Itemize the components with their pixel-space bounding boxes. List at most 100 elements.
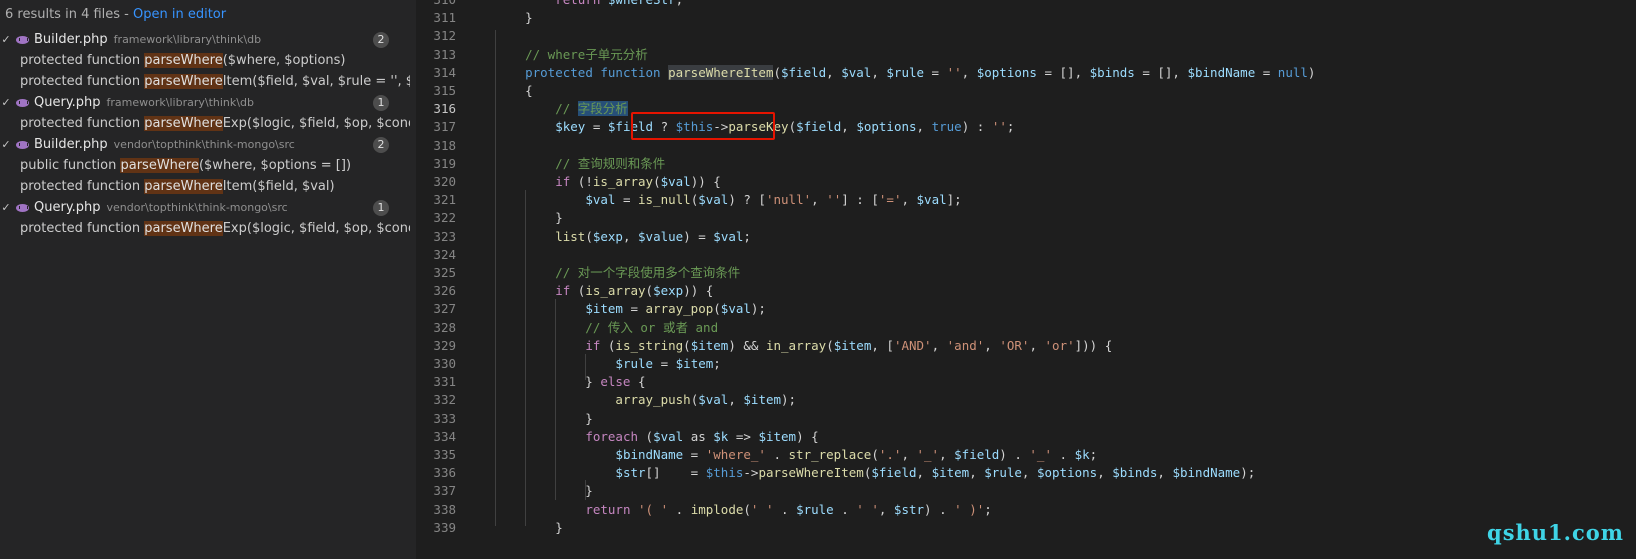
code-token: = [], <box>1036 65 1090 80</box>
search-match-line[interactable]: protected function parseWhereExp($logic,… <box>20 218 410 239</box>
line-number: 336 <box>433 465 456 480</box>
code-token: $rule <box>796 502 834 517</box>
code-token: ( <box>743 502 751 517</box>
code-line[interactable]: // where子单元分析 <box>495 46 648 64</box>
search-match-line[interactable]: protected function parseWhere($where, $o… <box>20 50 410 71</box>
open-in-editor-link[interactable]: Open in editor <box>133 7 226 22</box>
code-editor[interactable]: 310311 312 313 314 315 316 317 318 319 320 321 322 3… <box>416 0 1636 559</box>
code-line[interactable]: $bindName = 'where_' . str_replace('.', … <box>495 446 1097 464</box>
code-token: 'where_' <box>705 447 766 462</box>
code-token: ( <box>871 447 879 462</box>
code-line[interactable]: if (!is_array($val)) { <box>495 173 721 191</box>
code-token: $item <box>833 338 872 353</box>
code-line[interactable]: } <box>495 482 593 500</box>
expand-chevron-icon[interactable]: ✓ <box>0 197 12 219</box>
code-line[interactable]: if (is_string($item) && in_array($item, … <box>495 337 1112 355</box>
code-token: , <box>984 338 1000 353</box>
code-line[interactable]: if (is_array($exp)) { <box>495 282 713 300</box>
search-match-line[interactable]: public function parseWhere($where, $opti… <box>20 155 410 176</box>
expand-chevron-icon[interactable]: ✓ <box>0 92 12 114</box>
match-text: Exp($logic, $field, $op, $condition, $..… <box>222 221 410 236</box>
code-token: => <box>728 429 759 444</box>
code-token: , <box>969 465 985 480</box>
code-line[interactable]: } <box>495 209 563 227</box>
code-token: $val <box>698 392 729 407</box>
expand-chevron-icon[interactable]: ✓ <box>0 134 12 156</box>
code-token: , <box>622 229 639 244</box>
line-number: 318 <box>433 138 456 153</box>
result-file-0[interactable]: ✓ Builder.php framework\library\think\db 2 <box>0 29 416 51</box>
file-name: Builder.php vendor\topthink\think-mongo\s… <box>34 137 295 152</box>
code-token: , <box>916 119 932 134</box>
search-match-line[interactable]: protected function parseWhereItem($field… <box>20 176 410 197</box>
code-line[interactable]: $str[] = $this->parseWhereItem($field, $… <box>495 464 1255 482</box>
line-number: 326 <box>433 283 456 298</box>
code-line[interactable]: } else { <box>495 373 645 391</box>
code-line[interactable]: return '( ' . implode(' ' . $rule . ' ',… <box>495 501 991 519</box>
code-line[interactable]: protected function parseWhereItem($field… <box>495 64 1315 82</box>
result-file-3[interactable]: ✓ Query.php vendor\topthink\think-mongo\sr… <box>0 197 416 219</box>
code-line[interactable]: // 传入 or 或者 and <box>495 319 718 337</box>
result-file-2[interactable]: ✓ Builder.php vendor\topthink\think-mongo\… <box>0 134 416 156</box>
code-line[interactable]: foreach ($val as $k => $item) { <box>495 428 818 446</box>
code-line[interactable]: $item = array_pop($val); <box>495 300 766 318</box>
code-token: , <box>728 392 744 407</box>
code-line[interactable]: } <box>495 9 533 27</box>
code-token: ; <box>676 0 684 7</box>
code-token: } <box>495 483 593 498</box>
code-token: )) { <box>690 174 721 189</box>
code-line[interactable]: $val = is_null($val) ? ['null', ''] : ['… <box>495 191 961 209</box>
code-line[interactable]: return $whereStr; <box>495 0 683 9</box>
search-results-panel: 6 results in 4 files - Open in editor ✓ B… <box>0 0 416 559</box>
code-token: $options <box>856 119 917 134</box>
line-number: 317 <box>433 119 456 134</box>
match-text: protected function <box>20 74 145 89</box>
code-token: , <box>841 119 857 134</box>
line-number: 316 <box>433 101 456 116</box>
code-line[interactable]: } <box>495 410 593 428</box>
code-line[interactable]: // 对一个字段使用多个查询条件 <box>495 264 740 282</box>
code-token: ])) { <box>1074 338 1113 353</box>
code-token: ) = <box>683 229 714 244</box>
code-token: ); <box>1240 465 1256 480</box>
search-match-line[interactable]: protected function parseWhereItem($field… <box>20 71 410 92</box>
code-token: $val <box>698 192 729 207</box>
result-file-1[interactable]: ✓ Query.php framework\library\think\db 1 <box>0 92 416 114</box>
line-number: 320 <box>433 174 456 189</box>
code-token: // 传入 or 或者 and <box>495 320 719 335</box>
code-line[interactable]: // 查询规则和条件 <box>495 155 665 173</box>
code-token: = [], <box>1134 65 1188 80</box>
code-area[interactable]: return $whereStr; } // where子单元分析 protec… <box>495 0 1625 559</box>
code-line[interactable]: { <box>495 82 533 100</box>
code-token: $val <box>713 229 744 244</box>
code-token: '( ' <box>638 502 669 517</box>
code-token: , <box>871 65 887 80</box>
code-token: 'or' <box>1044 338 1075 353</box>
line-number: 335 <box>433 447 456 462</box>
code-line[interactable]: // 字段分析 <box>495 100 628 118</box>
code-token: . <box>1051 447 1075 462</box>
code-token: is_array <box>585 283 646 298</box>
code-token: $this <box>705 465 744 480</box>
code-token: , <box>931 338 947 353</box>
search-match-line[interactable]: protected function parseWhereExp($logic,… <box>20 113 410 134</box>
code-token: '_' <box>1029 447 1052 462</box>
watermark: qshu1.com <box>1487 520 1624 545</box>
code-token: return <box>555 0 608 7</box>
code-line[interactable]: $rule = $item; <box>495 355 720 373</box>
code-line[interactable]: list($exp, $value) = $val; <box>495 228 751 246</box>
code-token: = <box>924 65 947 80</box>
line-number: 323 <box>433 229 456 244</box>
code-token: } <box>495 10 533 25</box>
code-line[interactable]: array_push($val, $item); <box>495 391 796 409</box>
code-token: str_replace <box>788 447 872 462</box>
expand-chevron-icon[interactable]: ✓ <box>0 29 12 51</box>
code-token: $item <box>743 392 782 407</box>
line-number: 339 <box>433 520 456 535</box>
code-token: if <box>555 283 578 298</box>
code-token: ( <box>645 283 654 298</box>
code-line[interactable]: } <box>495 519 563 537</box>
code-token: return <box>585 502 638 517</box>
